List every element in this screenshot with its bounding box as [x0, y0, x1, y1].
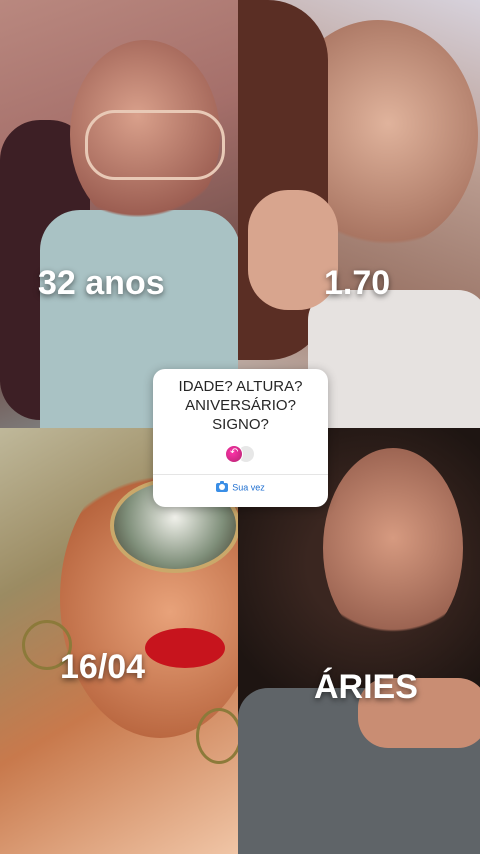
question-sticker[interactable]: IDADE? ALTURA? ANIVERSÁRIO? SIGNO? ↶ Sua… [153, 369, 328, 507]
reply-avatar: ↶ [225, 445, 243, 463]
camera-icon [216, 481, 229, 493]
photo-glasses [85, 110, 225, 180]
your-turn-button[interactable]: Sua vez [153, 481, 328, 493]
reply-arrow-icon: ↶ [230, 447, 239, 458]
photo-top-right [238, 0, 480, 428]
age-label: 32 anos [38, 264, 165, 302]
photo-face [323, 448, 463, 648]
sign-label: ÁRIES [314, 668, 418, 706]
divider [153, 474, 328, 475]
participant-avatars: ↶ [225, 445, 259, 463]
birthday-label: 16/04 [60, 648, 146, 686]
height-label: 1.70 [324, 264, 391, 302]
photo-shirt [308, 290, 480, 428]
question-line: ANIVERSÁRIO? [185, 397, 296, 414]
question-text: IDADE? ALTURA? ANIVERSÁRIO? SIGNO? [153, 377, 328, 434]
your-turn-label: Sua vez [232, 482, 265, 493]
question-line: IDADE? ALTURA? [178, 378, 303, 395]
photo-top-left [0, 0, 238, 428]
photo-lips [145, 628, 225, 668]
photo-earring [196, 708, 238, 764]
question-line: SIGNO? [212, 416, 269, 433]
